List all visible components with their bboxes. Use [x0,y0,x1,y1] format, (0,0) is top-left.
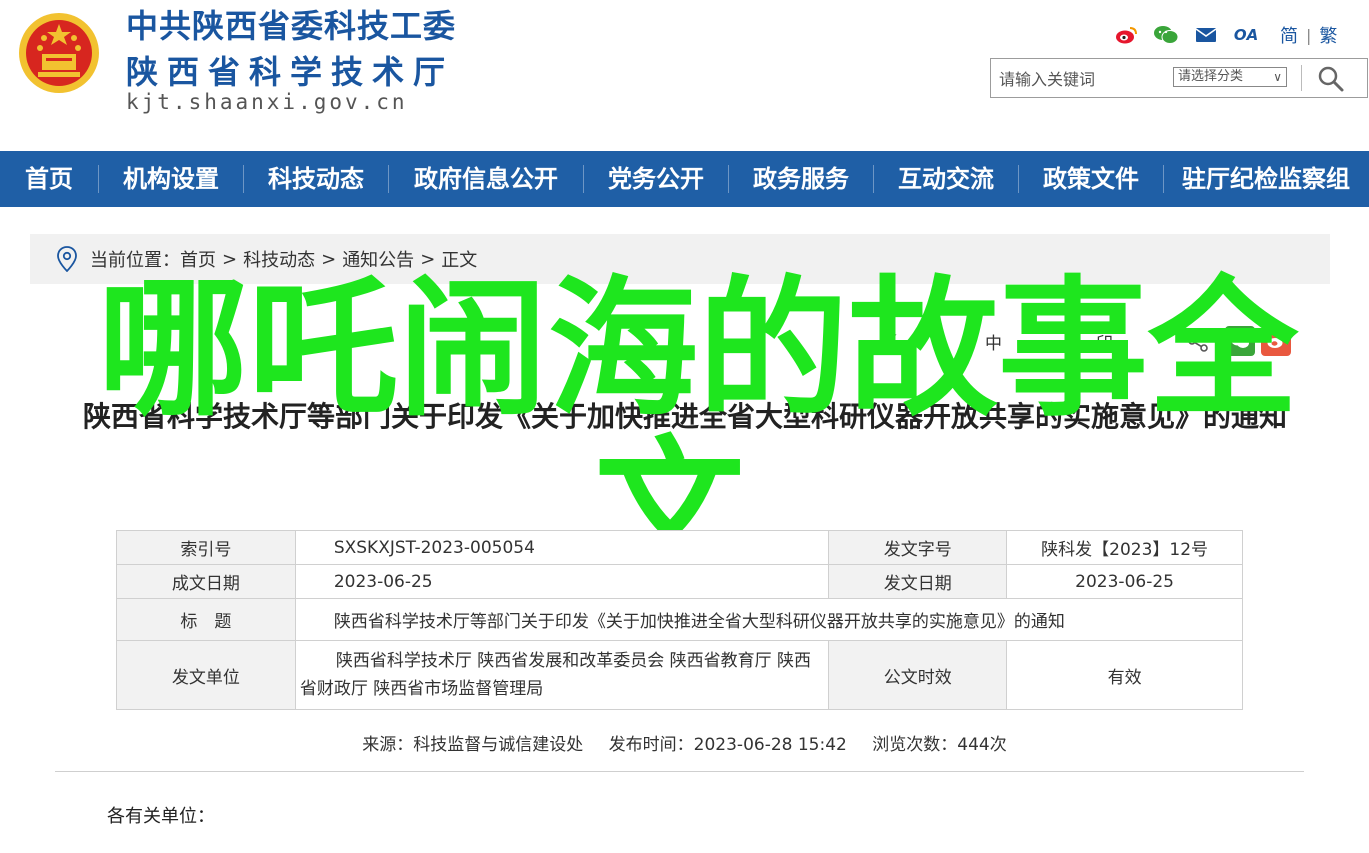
breadcrumb: 当前位置： 首页 > 科技动态 > 通知公告 > 正文 [30,234,1330,284]
created-date-label: 成文日期 [116,564,296,599]
share-wechat-icon[interactable] [1225,326,1255,356]
top-toolbar: OA 简 | 繁 [1112,20,1337,50]
index-label: 索引号 [116,530,296,565]
breadcrumb-separator: > [420,248,436,270]
search-input[interactable] [999,67,1169,91]
validity-label: 公文时效 [828,640,1008,710]
nav-item-policy-docs[interactable]: 政策文件 [1019,151,1163,207]
lang-separator: | [1306,25,1312,45]
content-divider [55,771,1304,772]
subject-label: 标 题 [116,598,296,641]
site-domain: kjt.shaanxi.gov.cn [126,90,408,114]
search-divider [1301,65,1302,91]
breadcrumb-current: 正文 [441,250,478,271]
nav-item-organization[interactable]: 机构设置 [99,151,243,207]
site-title[interactable]: 中共陕西省委科技工委 陕西省科学技术厅 [126,6,456,92]
issued-date-label: 发文日期 [828,564,1008,599]
breadcrumb-separator: > [321,248,337,270]
nav-item-tech-news[interactable]: 科技动态 [244,151,388,207]
nav-item-party-affairs[interactable]: 党务公开 [584,151,728,207]
search-box: 请选择分类 ∨ [990,58,1368,98]
table-row: 索引号 SXSKXJST-2023-005054 发文字号 陕科发【2023】1… [116,530,1243,565]
oa-label: OA [1233,26,1259,44]
breadcrumb-notices[interactable]: 通知公告 [342,246,414,272]
view-count: 浏览次数：444次 [872,735,1007,755]
site-header: 中共陕西省委科技工委 陕西省科学技术厅 kjt.shaanxi.gov.cn O… [0,0,1369,150]
search-icon[interactable] [1315,63,1347,93]
nav-item-gov-info[interactable]: 政府信息公开 [389,151,583,207]
table-row: 标 题 陕西省科学技术厅等部门关于印发《关于加快推进全省大型科研仪器开放共享的实… [116,598,1244,641]
main-nav: 首页 机构设置 科技动态 政府信息公开 党务公开 政务服务 互动交流 政策文件 … [0,151,1369,207]
location-pin-icon [57,246,77,272]
wechat-icon[interactable] [1152,23,1180,47]
share-weibo-icon[interactable] [1261,326,1291,356]
oa-icon[interactable]: OA [1232,23,1260,47]
breadcrumb-label: 当前位置： [90,250,180,271]
index-value: SXSKXJST-2023-005054 [294,530,830,565]
nav-item-interaction[interactable]: 互动交流 [874,151,1018,207]
site-title-line2: 陕西省科学技术厅 [126,53,455,91]
created-date-value: 2023-06-25 [294,564,830,599]
lang-simplified-link[interactable]: 简 [1280,22,1298,48]
document-meta-table: 索引号 SXSKXJST-2023-005054 发文字号 陕科发【2023】1… [116,530,1244,710]
nav-item-home[interactable]: 首页 [0,151,98,207]
doc-no-value: 陕科发【2023】12号 [1006,530,1243,565]
site-title-line1: 中共陕西省委科技工委 [126,7,457,45]
issuer-label: 发文单位 [116,640,296,710]
issued-date-value: 2023-06-25 [1006,564,1243,599]
category-select-value: 请选择分类 [1178,69,1244,84]
share-icon[interactable] [1187,330,1209,352]
nav-item-gov-services[interactable]: 政务服务 [729,151,873,207]
breadcrumb-separator: > [222,248,238,270]
table-row: 成文日期 2023-06-25 发文日期 2023-06-25 [116,564,1243,599]
subject-value: 陕西省科学技术厅等部门关于印发《关于加快推进全省大型科研仪器开放共享的实施意见》… [294,598,1244,641]
breadcrumb-home[interactable]: 首页 [180,246,216,272]
print-link[interactable]: 印 [1096,329,1113,354]
table-row: 发文单位 陕西省科学技术厅 陕西省发展和改革委员会 陕西省教育厅 陕西省财政厅 … [116,640,1243,710]
article-title: 陕西省科学技术厅等部门关于印发《关于加快推进全省大型科研仪器开放共享的实施意见》… [82,400,1287,433]
chevron-down-icon: ∨ [1273,70,1282,84]
issuer-value: 陕西省科学技术厅 陕西省发展和改革委员会 陕西省教育厅 陕西省财政厅 陕西省市场… [294,640,830,710]
lang-traditional-link[interactable]: 繁 [1319,22,1337,48]
font-size-bracket: 【 [880,333,897,354]
validity-value: 有效 [1006,640,1243,710]
article-greeting: 各有关单位： [107,806,215,827]
national-emblem-icon [19,13,99,93]
article-tools: 【 中 印 [880,326,1291,356]
nav-item-discipline-group[interactable]: 驻厅纪检监察组 [1164,151,1368,207]
doc-no-label: 发文字号 [828,530,1008,565]
font-size-medium-link[interactable]: 中 [985,329,1002,354]
category-select[interactable]: 请选择分类 ∨ [1173,67,1287,87]
breadcrumb-tech-news[interactable]: 科技动态 [243,246,315,272]
mail-icon[interactable] [1192,23,1220,47]
publish-time: 发布时间：2023-06-28 15:42 [608,735,847,755]
article-source-line: 来源：科技监督与诚信建设处 发布时间：2023-06-28 15:42 浏览次数… [0,730,1369,755]
weibo-icon[interactable] [1112,23,1140,47]
source-text: 来源：科技监督与诚信建设处 [362,735,584,755]
